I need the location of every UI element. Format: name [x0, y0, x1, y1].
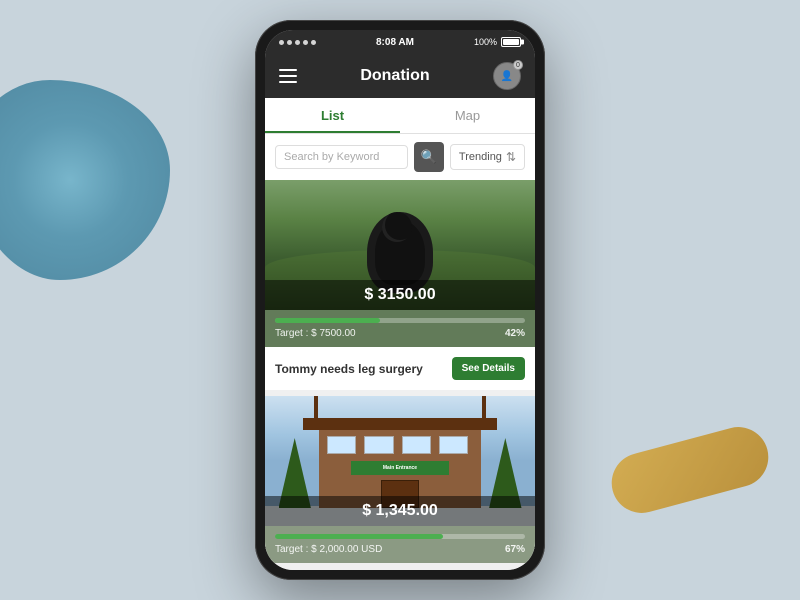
search-placeholder: Search by Keyword — [284, 151, 399, 163]
hamburger-menu[interactable] — [279, 69, 297, 83]
donation-card-1: $ 3150.00 Target : $ 7500.00 42% Tommy n… — [265, 180, 535, 390]
profile-badge: 0 — [513, 60, 523, 70]
search-icon: 🔍 — [421, 149, 437, 165]
battery-tip — [521, 40, 524, 45]
card-1-progress-fill — [275, 318, 380, 323]
pillar-right — [482, 396, 486, 430]
card-2-progress-fill — [275, 534, 443, 539]
hamburger-line-3 — [279, 81, 297, 83]
card-2-image: Main Entrance $ 1 — [265, 396, 535, 526]
bg-decoration-left — [0, 80, 170, 280]
card-2-target: Target : $ 2,000.00 USD — [275, 544, 382, 555]
donation-card-2: Main Entrance $ 1 — [265, 396, 535, 563]
profile-icon-symbol: 👤 — [501, 71, 513, 82]
card-2-amount-overlay: $ 1,345.00 — [265, 496, 535, 526]
main-entrance-sign: Main Entrance — [351, 461, 448, 475]
signal-dot-5 — [311, 40, 316, 45]
card-1-amount-overlay: $ 3150.00 — [265, 280, 535, 310]
search-area: Search by Keyword 🔍 Trending ⇅ — [265, 134, 535, 180]
status-time: 8:08 AM — [376, 37, 414, 48]
tab-bar: List Map — [265, 98, 535, 134]
status-bar: 8:08 AM 100% — [265, 30, 535, 54]
phone-frame: 8:08 AM 100% Donation 👤 0 — [255, 20, 545, 580]
roof-beam — [303, 418, 497, 430]
phone-screen: 8:08 AM 100% Donation 👤 0 — [265, 30, 535, 570]
card-2-percent: 67% — [505, 544, 525, 555]
sort-arrow-icon: ⇅ — [506, 150, 516, 164]
sign-text: Main Entrance — [383, 465, 417, 471]
card-2-progress-bg — [275, 534, 525, 539]
card-2-progress-section: Target : $ 2,000.00 USD 67% — [265, 526, 535, 563]
signal-dot-1 — [279, 40, 284, 45]
app-header: Donation 👤 0 — [265, 54, 535, 98]
pillar-left — [314, 396, 318, 430]
hamburger-line-2 — [279, 75, 297, 77]
battery-icon — [501, 37, 521, 47]
dog-head — [382, 212, 412, 242]
card-1-progress-bg — [275, 318, 525, 323]
signal-dot-4 — [303, 40, 308, 45]
card-2-progress-info: Target : $ 2,000.00 USD 67% — [275, 544, 525, 555]
card-1-title: Tommy needs leg surgery — [275, 362, 423, 376]
signal-dot-2 — [287, 40, 292, 45]
card-1-progress-section: Target : $ 7500.00 42% — [265, 310, 535, 347]
battery-fill — [503, 39, 519, 45]
window-2 — [364, 436, 393, 454]
search-button[interactable]: 🔍 — [414, 142, 444, 172]
signal-dots — [279, 40, 316, 45]
battery-percent: 100% — [474, 37, 497, 47]
window-4 — [439, 436, 468, 454]
sort-button[interactable]: Trending ⇅ — [450, 144, 525, 170]
card-1-amount: $ 3150.00 — [275, 286, 525, 304]
sort-label: Trending — [459, 151, 502, 163]
hamburger-line-1 — [279, 69, 297, 71]
card-1-percent: 42% — [505, 328, 525, 339]
tab-map[interactable]: Map — [400, 98, 535, 133]
card-1-target: Target : $ 7500.00 — [275, 328, 356, 339]
card-1-image: $ 3150.00 — [265, 180, 535, 310]
card-1-see-details-button[interactable]: See Details — [452, 357, 525, 380]
window-1 — [327, 436, 356, 454]
signal-dot-3 — [295, 40, 300, 45]
card-2-amount: $ 1,345.00 — [275, 502, 525, 520]
card-list: $ 3150.00 Target : $ 7500.00 42% Tommy n… — [265, 180, 535, 570]
window-3 — [402, 436, 431, 454]
card-1-progress-info: Target : $ 7500.00 42% — [275, 328, 525, 339]
search-input-wrap[interactable]: Search by Keyword — [275, 145, 408, 169]
profile-button[interactable]: 👤 0 — [493, 62, 521, 90]
tab-list[interactable]: List — [265, 98, 400, 133]
bg-decoration-right — [605, 420, 775, 519]
header-title: Donation — [360, 67, 429, 85]
status-right: 100% — [474, 37, 521, 47]
card-1-footer: Tommy needs leg surgery See Details — [265, 347, 535, 390]
